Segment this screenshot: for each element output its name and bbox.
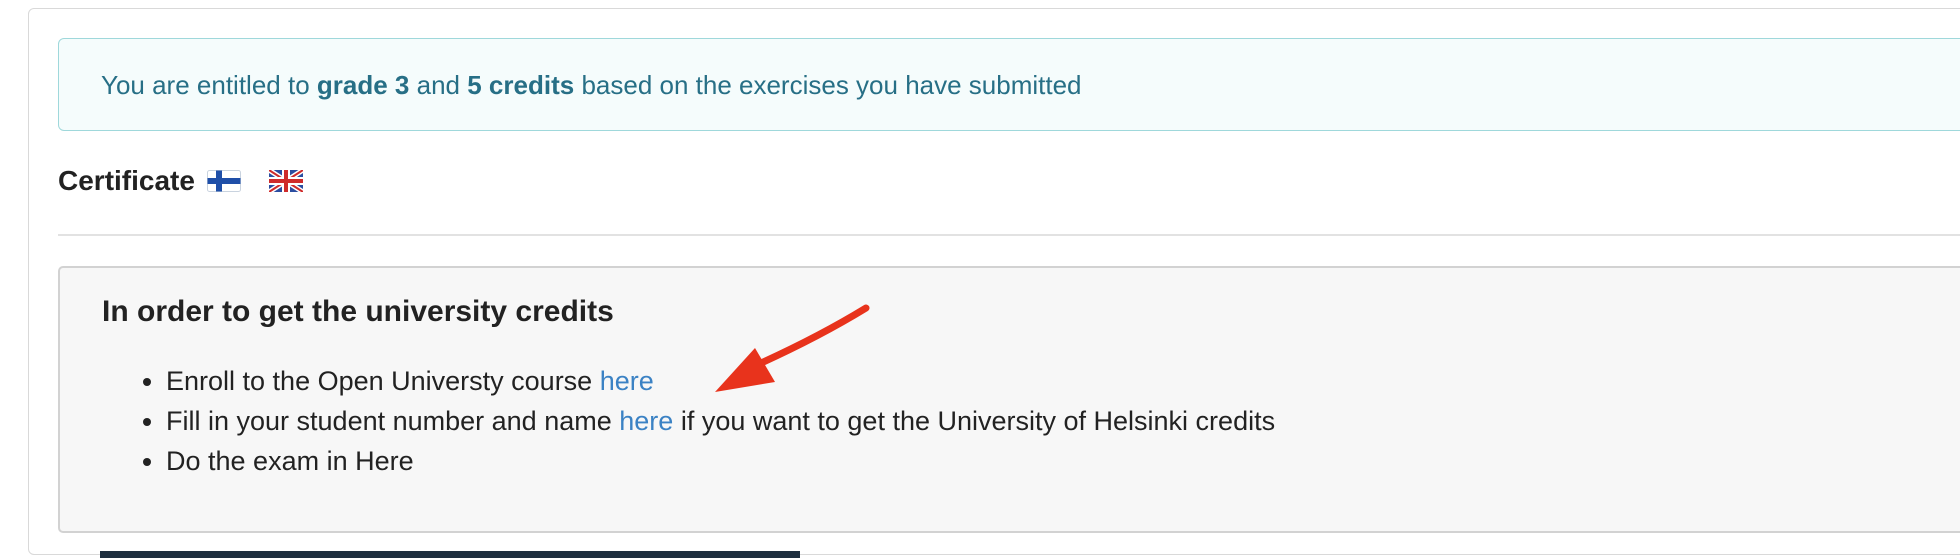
section-divider: [58, 234, 1960, 236]
list-item: Do the exam in Here: [166, 441, 1275, 481]
step-text-after: if you want to get the University of Hel…: [680, 406, 1276, 436]
credits-title: In order to get the university credits: [102, 295, 614, 328]
grade-info-alert: You are entitled to grade 3 and 5 credit…: [58, 38, 1960, 131]
uk-flag-icon[interactable]: [267, 167, 305, 195]
certificate-label: Certificate: [58, 165, 195, 196]
credits-value: 5 credits: [467, 70, 575, 100]
bottom-edge-strip: [100, 551, 800, 558]
grade-info-text: You are entitled to grade 3 and 5 credit…: [101, 70, 1082, 101]
university-credits-box: In order to get the university credits E…: [58, 266, 1960, 533]
page: You are entitled to grade 3 and 5 credit…: [0, 0, 1960, 558]
alert-suffix: based on the exercises you have submitte…: [581, 70, 1082, 100]
finland-flag-icon[interactable]: [206, 170, 241, 192]
alert-prefix: You are entitled to: [101, 70, 310, 100]
red-arrow-annotation-icon: [715, 304, 870, 392]
step-text: Enroll to the Open Universty course: [166, 366, 593, 396]
certificate-row: Certificate: [58, 165, 305, 197]
step-text: Fill in your student number and name: [166, 406, 612, 436]
step-text: Do the exam in Here: [166, 446, 414, 476]
student-number-here-link[interactable]: here: [619, 406, 673, 436]
grade-value: grade 3: [316, 70, 410, 100]
alert-connector: and: [416, 70, 461, 100]
enroll-here-link[interactable]: here: [600, 366, 654, 396]
